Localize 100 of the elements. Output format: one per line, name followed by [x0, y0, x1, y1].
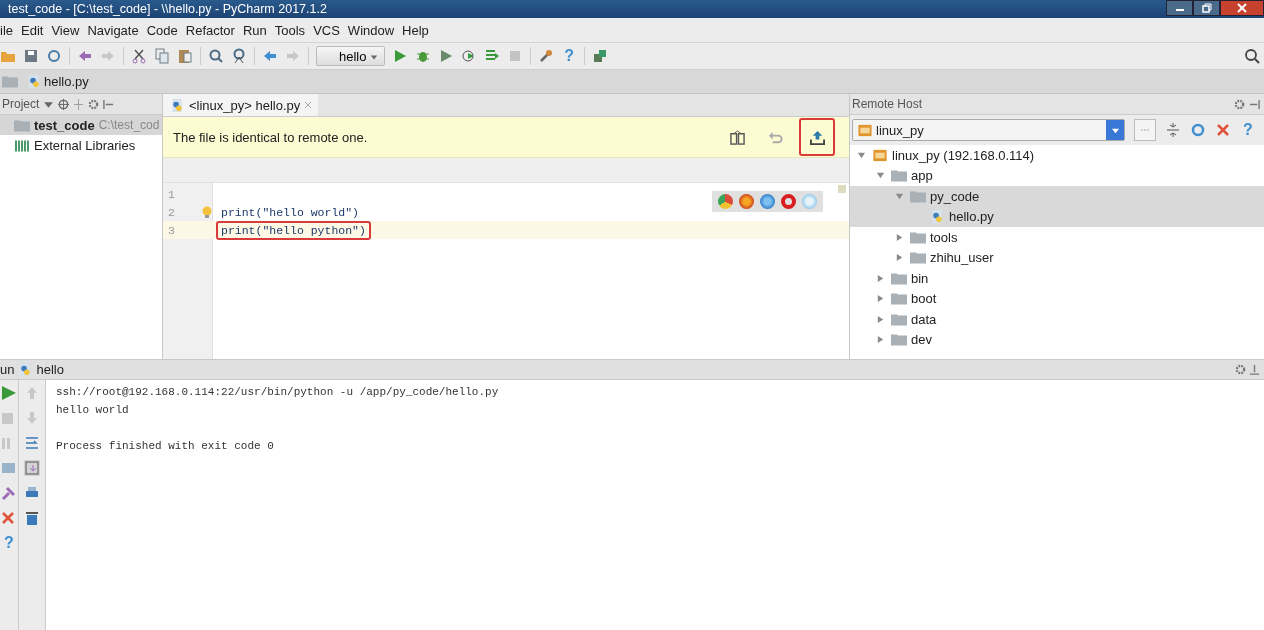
folder-icon	[910, 250, 926, 266]
lightbulb-icon[interactable]	[201, 206, 213, 218]
tree-row[interactable]: py_code	[850, 186, 1264, 207]
paste-icon[interactable]	[177, 48, 193, 64]
menu-item[interactable]: VCS	[313, 22, 340, 38]
layout-icon[interactable]	[1, 460, 17, 476]
folder-icon	[891, 168, 907, 184]
run-config-dropdown[interactable]: hello	[316, 46, 386, 66]
folder-path: C:\test_cod	[98, 118, 160, 132]
python-file-icon	[169, 97, 185, 113]
search-icon[interactable]	[1244, 48, 1260, 64]
browser-icon[interactable]	[760, 194, 775, 209]
menu-item[interactable]: ile	[0, 22, 13, 38]
menu-item[interactable]: Window	[347, 22, 395, 38]
hide-icon[interactable]	[1249, 98, 1260, 110]
line-number: 1	[167, 187, 175, 201]
save-icon[interactable]	[23, 48, 39, 64]
refresh-icon[interactable]	[1190, 122, 1206, 138]
copy-icon[interactable]	[154, 48, 170, 64]
close-icon[interactable]	[1215, 122, 1231, 138]
undo-icon[interactable]	[77, 48, 93, 64]
browser-icon[interactable]	[739, 194, 754, 209]
python-file-icon	[929, 209, 945, 225]
collapse-icon[interactable]	[73, 98, 85, 110]
dropdown-button[interactable]	[1106, 120, 1125, 140]
panel-title: Remote Host	[852, 97, 923, 111]
more-button[interactable]	[1134, 119, 1156, 141]
tree-label: External Libraries	[34, 137, 136, 153]
scroll-to-end-icon[interactable]	[24, 460, 40, 476]
tree-label: test_code	[34, 117, 95, 133]
python-file-icon	[26, 74, 42, 89]
settings-icon[interactable]	[1234, 98, 1245, 110]
tree-label: tools	[930, 229, 958, 245]
restore-button[interactable]	[1193, 0, 1220, 16]
hide-icon[interactable]	[1249, 364, 1260, 375]
tree-row[interactable]: tools	[850, 227, 1264, 248]
browser-icon[interactable]	[718, 194, 733, 209]
panel-title[interactable]: Project	[2, 97, 40, 111]
replace-icon[interactable]	[231, 48, 247, 64]
menu-item[interactable]: Navigate	[87, 22, 139, 38]
console-line: hello world	[56, 403, 130, 418]
editor-tab[interactable]: <linux_py> hello.py	[163, 94, 319, 116]
status-marker	[838, 185, 846, 193]
restore-icon	[1201, 3, 1212, 13]
tree-label: bin	[911, 270, 929, 286]
undo-icon	[767, 129, 783, 145]
menu-item[interactable]: Edit	[21, 22, 44, 38]
tree-label: linux_py (192.168.0.114)	[892, 147, 1035, 163]
target-icon[interactable]	[58, 98, 70, 110]
menu-item[interactable]: Help	[402, 22, 429, 38]
menu-item[interactable]: Run	[242, 22, 267, 38]
notification-text: The file is identical to remote one.	[173, 129, 368, 145]
trash-icon[interactable]	[24, 510, 40, 526]
tree-row[interactable]: zhihu_user	[850, 247, 1264, 268]
wrench-icon[interactable]	[538, 48, 555, 64]
minimize-button[interactable]	[1166, 0, 1193, 16]
project-tree-row[interactable]: External Libraries	[0, 135, 162, 155]
run-icon[interactable]	[1, 385, 17, 401]
run-panel-title[interactable]: un	[0, 362, 15, 377]
line-number: 2	[167, 205, 175, 219]
tree-row[interactable]: linux_py (192.168.0.114)	[850, 145, 1264, 166]
browser-icon[interactable]	[781, 194, 796, 209]
menu-item[interactable]: View	[51, 22, 80, 38]
arrow-left-icon[interactable]	[262, 48, 278, 64]
close-icon[interactable]	[304, 101, 313, 109]
tree-label: data	[911, 311, 937, 327]
settings-icon[interactable]	[88, 98, 100, 110]
menu-item[interactable]: Tools	[274, 22, 306, 38]
close-button[interactable]	[1220, 0, 1264, 16]
soft-wrap-icon[interactable]	[24, 435, 40, 451]
tree-label: py_code	[930, 188, 980, 204]
upload-icon	[809, 129, 825, 145]
upload-button[interactable]	[799, 118, 835, 156]
hide-icon[interactable]	[103, 98, 115, 110]
search-icon[interactable]	[208, 48, 224, 64]
tree-label: app	[911, 168, 933, 184]
tree-label: zhihu_user	[930, 250, 994, 266]
menu-item[interactable]: Refactor	[185, 22, 235, 38]
close-icon[interactable]	[1, 510, 17, 526]
settings-icon[interactable]	[1235, 364, 1246, 375]
sync-icon[interactable]	[46, 48, 62, 64]
host-dropdown[interactable]: linux_py	[852, 119, 1126, 141]
tree-row[interactable]: boot	[850, 288, 1264, 309]
menu-item[interactable]: Code	[146, 22, 178, 38]
breadcrumb-item[interactable]: hello.py	[26, 74, 89, 89]
tree-label: dev	[911, 332, 932, 348]
caret-icon	[370, 52, 379, 61]
pin-icon[interactable]	[1, 485, 17, 501]
tree-row[interactable]: dev	[850, 329, 1264, 350]
tree-label: hello.py	[949, 209, 994, 225]
vcs-icon[interactable]	[592, 48, 609, 64]
scissors-icon[interactable]	[131, 48, 147, 64]
collapse-icon[interactable]	[1165, 122, 1181, 138]
line-number: 3	[167, 223, 175, 237]
tree-row[interactable]: hello.py	[850, 206, 1264, 227]
tree-row[interactable]: app	[850, 165, 1264, 186]
run-config-name[interactable]: hello	[36, 362, 64, 377]
tree-row[interactable]: bin	[850, 268, 1264, 289]
project-tree-row[interactable]: test_code C:\test_cod	[0, 115, 162, 135]
tree-row[interactable]: data	[850, 309, 1264, 330]
